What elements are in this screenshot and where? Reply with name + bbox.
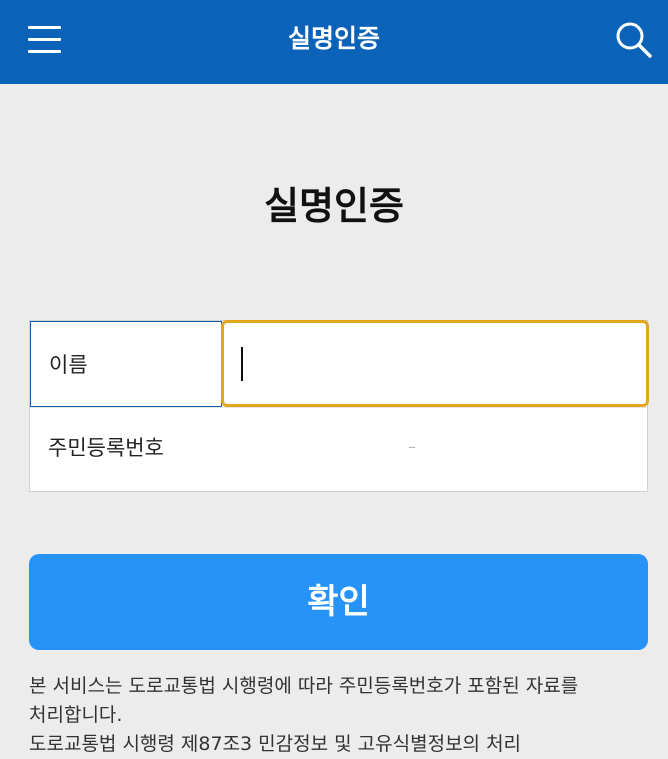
rrn-label: 주민등록번호 — [48, 436, 164, 460]
name-input[interactable] — [221, 320, 649, 407]
row-divider — [30, 407, 647, 408]
rrn-separator: – — [408, 437, 416, 456]
text-caret — [241, 347, 243, 381]
name-label: 이름 — [49, 353, 88, 377]
notice-line: 본 서비스는 도로교통법 시행령에 따라 주민등록번호가 포함된 자료를 — [29, 675, 579, 697]
app-bar-title: 실명인증 — [287, 24, 380, 53]
name-label-cell: 이름 — [30, 321, 222, 407]
privacy-notice: 본 서비스는 도로교통법 시행령에 따라 주민등록번호가 포함된 자료를 처리합… — [29, 672, 629, 759]
confirm-button[interactable]: 확인 — [29, 554, 648, 650]
notice-line: 처리합니다. — [29, 704, 123, 726]
search-button[interactable] — [614, 20, 654, 60]
search-icon — [616, 22, 652, 58]
top-app-bar: 실명인증 — [0, 0, 668, 84]
rrn-input[interactable]: – — [223, 409, 647, 491]
page-title: 실명인증 — [264, 184, 404, 228]
notice-line: 도로교통법 시행령 제87조3 민감정보 및 고유식별정보의 처리 — [29, 733, 522, 755]
